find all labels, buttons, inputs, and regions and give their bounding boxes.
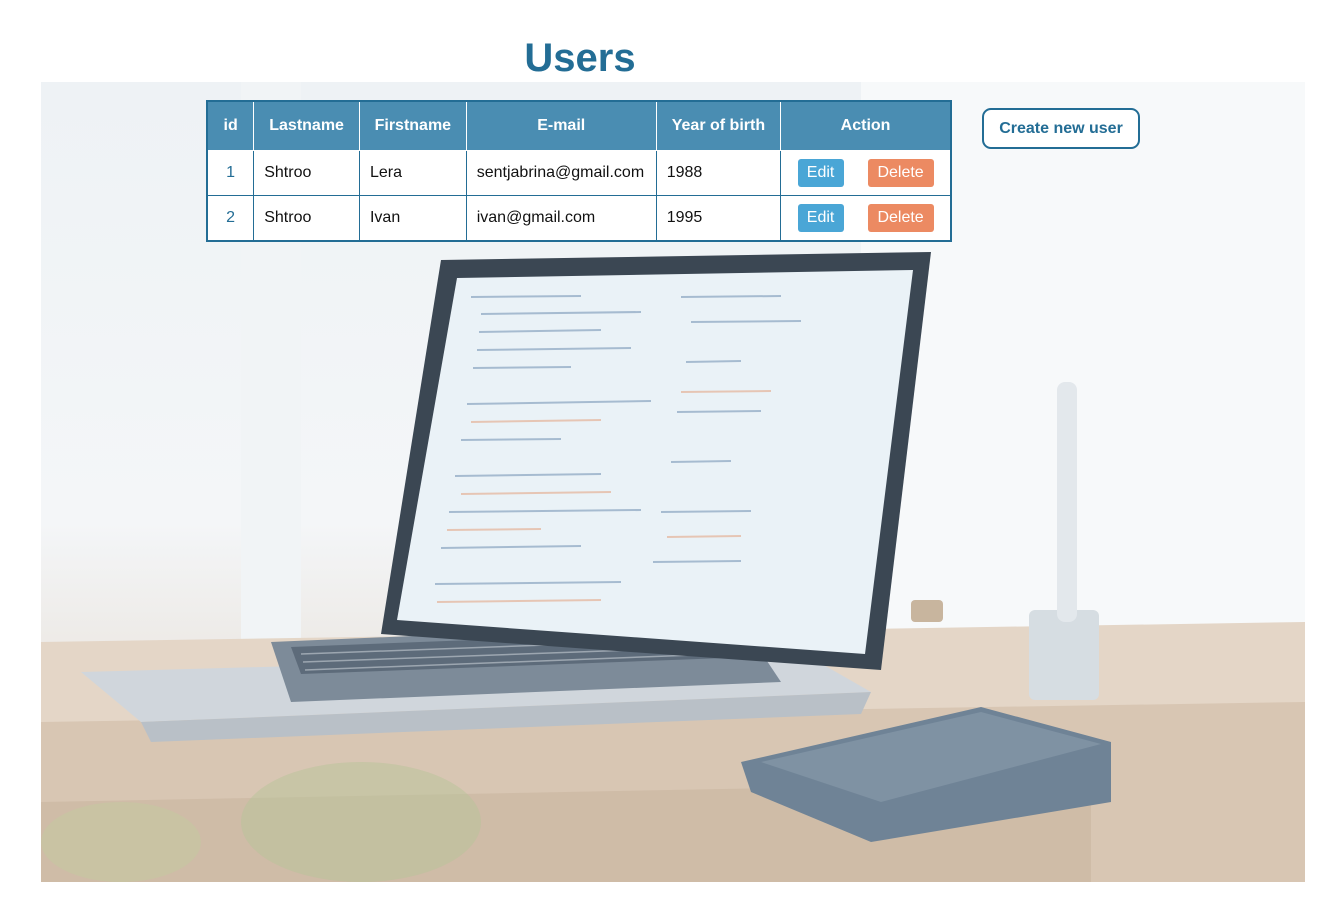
delete-button[interactable]: Delete	[867, 204, 934, 232]
user-id-cell: 1	[206, 150, 255, 196]
users-table: id Lastname Firstname E-mail Year of bir…	[206, 100, 953, 242]
column-header-firstname: Firstname	[358, 100, 467, 151]
page-title: Users	[524, 36, 636, 80]
user-email-cell: ivan@gmail.com	[465, 195, 657, 242]
create-new-user-button[interactable]: Create new user	[982, 108, 1140, 149]
user-firstname-cell: Lera	[358, 150, 467, 196]
user-id-cell: 2	[206, 195, 255, 242]
column-header-email: E-mail	[465, 100, 657, 151]
user-year-cell: 1995	[655, 195, 782, 242]
column-header-lastname: Lastname	[253, 100, 360, 151]
user-lastname-cell: Shtroo	[253, 195, 360, 242]
column-header-id: id	[206, 100, 255, 151]
delete-button[interactable]: Delete	[867, 159, 934, 187]
table-header-row: id Lastname Firstname E-mail Year of bir…	[206, 100, 953, 151]
user-action-cell: Edit Delete	[780, 195, 953, 242]
edit-button[interactable]: Edit	[797, 204, 844, 232]
user-year-cell: 1988	[655, 150, 782, 196]
column-header-action: Action	[780, 100, 953, 151]
users-page: Users id Lastname Firstname E-mail Year …	[0, 0, 1336, 916]
user-email-cell: sentjabrina@gmail.com	[465, 150, 657, 196]
column-header-year-of-birth: Year of birth	[655, 100, 782, 151]
user-action-cell: Edit Delete	[780, 150, 953, 196]
table-row: 1 Shtroo Lera sentjabrina@gmail.com 1988…	[206, 150, 953, 196]
user-lastname-cell: Shtroo	[253, 150, 360, 196]
table-row: 2 Shtroo Ivan ivan@gmail.com 1995 Edit De…	[206, 195, 953, 242]
edit-button[interactable]: Edit	[797, 159, 844, 187]
user-firstname-cell: Ivan	[358, 195, 467, 242]
